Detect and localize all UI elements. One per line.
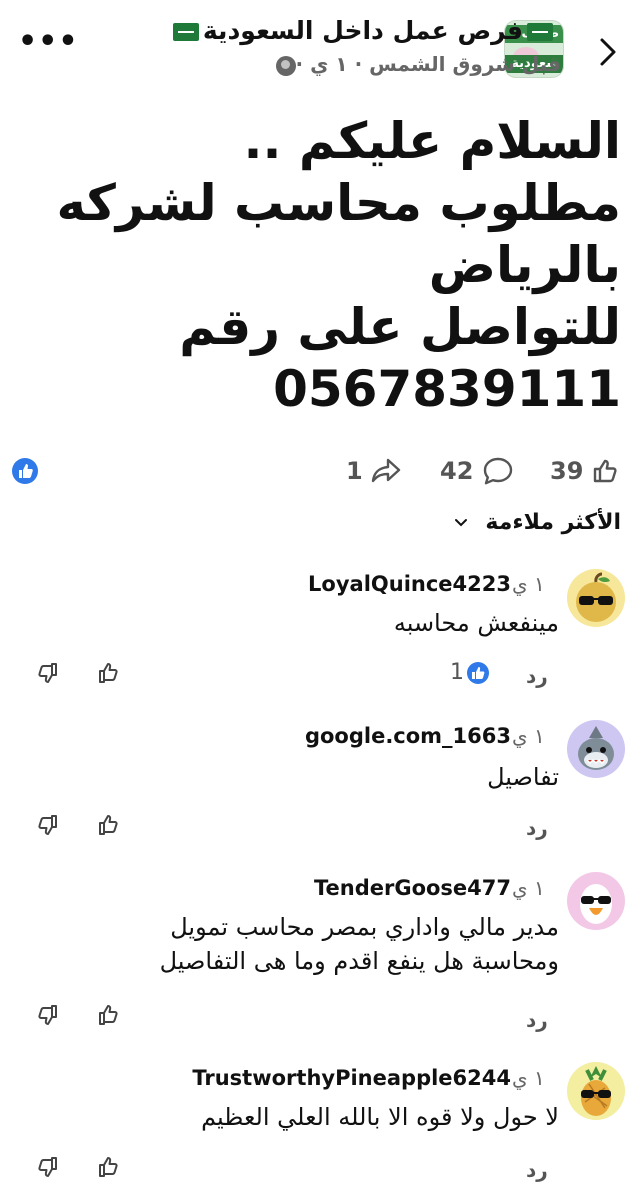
thumbs-down-outline-icon — [38, 663, 57, 683]
commenter-avatar[interactable] — [567, 872, 625, 930]
comment-text: تفاصيل — [487, 763, 559, 791]
comment-count-button[interactable]: 42 — [440, 454, 515, 488]
group-title[interactable]: فرص عمل داخل السعودية — [117, 16, 557, 45]
commenter-avatar[interactable] — [567, 569, 625, 627]
comment-like-button[interactable] — [96, 812, 122, 838]
comment-like-button[interactable] — [96, 1002, 122, 1028]
shark-avatar-icon — [578, 726, 614, 770]
reply-button[interactable]: رد — [526, 816, 548, 840]
comment-author[interactable]: TrustworthyPineapple6244 — [192, 1066, 511, 1090]
comment-count: 42 — [440, 457, 474, 485]
globe-icon — [275, 55, 296, 76]
back-button[interactable] — [592, 30, 628, 74]
pineapple-sunglasses-avatar-icon — [581, 1066, 611, 1116]
comment-time: ١ ي — [512, 1066, 545, 1090]
comment-sort-dropdown[interactable]: الأكثر ملاءمة — [452, 510, 621, 535]
post-body: السلام عليكم .. مطلوب محاسب لشركه بالريا… — [56, 112, 621, 418]
share-icon — [371, 458, 400, 483]
group-title-text: فرص عمل داخل السعودية — [202, 16, 523, 45]
goose-sunglasses-avatar-icon — [580, 884, 612, 924]
quince-sunglasses-avatar-icon — [576, 572, 616, 622]
comment-like-count: 1 — [450, 660, 490, 685]
thumbs-up-outline-icon — [99, 815, 118, 835]
comment-author[interactable]: TenderGoose477 — [314, 876, 511, 900]
share-count-button[interactable]: 1 — [346, 454, 403, 488]
comment-like-button[interactable] — [96, 660, 122, 686]
thumbs-up-icon — [19, 464, 33, 478]
comment-time: ١ ي — [512, 724, 545, 748]
comment-text: مدير مالي واداري بمصر محاسب تمويل ومحاسب… — [159, 913, 559, 975]
thumbs-up-outline-icon — [99, 663, 118, 683]
comment-text: مينفعش محاسبه — [393, 609, 559, 637]
reply-button[interactable]: رد — [526, 1158, 548, 1182]
comment-time: ١ ي — [512, 876, 545, 900]
like-reaction-badge — [12, 458, 38, 484]
sort-label: الأكثر ملاءمة — [485, 510, 621, 535]
like-count: 39 — [550, 457, 584, 485]
comment-author[interactable]: LoyalQuince4223 — [308, 572, 511, 596]
comment-author[interactable]: google.com_1663 — [305, 724, 511, 748]
thumbs-down-outline-icon — [38, 1005, 57, 1025]
reply-button[interactable]: رد — [526, 664, 548, 688]
comment-text: لا حول ولا قوه الا بالله العلي العظيم — [201, 1103, 559, 1131]
comment-like-number: 1 — [450, 660, 464, 685]
thumbs-up-outline-icon — [99, 1005, 118, 1025]
commenter-avatar[interactable] — [567, 1062, 625, 1120]
comment-dislike-button[interactable] — [34, 812, 60, 838]
comment-dislike-button[interactable] — [34, 1002, 60, 1028]
comment-bubble-icon — [484, 457, 513, 485]
saudi-flag-icon — [172, 23, 199, 41]
more-options-button[interactable]: ••• — [18, 27, 78, 62]
reply-button[interactable]: رد — [526, 1008, 548, 1032]
commenter-avatar[interactable] — [567, 720, 625, 778]
like-count-button[interactable]: 39 — [550, 454, 621, 488]
share-count: 1 — [346, 457, 363, 485]
comment-time: ١ ي — [512, 572, 545, 596]
thumbs-up-outline-icon — [99, 1157, 118, 1177]
comment-dislike-button[interactable] — [34, 660, 60, 686]
post-meta-text: قبل شروق الشمس · ١ ي · — [295, 52, 561, 76]
comment-dislike-button[interactable] — [34, 1154, 60, 1180]
chevron-down-icon — [454, 519, 467, 527]
thumbs-down-outline-icon — [38, 815, 57, 835]
post-meta: قبل شروق الشمس · ١ ي · — [161, 52, 561, 76]
comment-like-button[interactable] — [96, 1154, 122, 1180]
thumbs-down-outline-icon — [38, 1157, 57, 1177]
saudi-flag-icon — [527, 23, 553, 41]
thumbs-up-outline-icon — [594, 459, 618, 483]
chevron-right-icon — [600, 38, 616, 66]
like-reaction-icon — [467, 661, 489, 684]
